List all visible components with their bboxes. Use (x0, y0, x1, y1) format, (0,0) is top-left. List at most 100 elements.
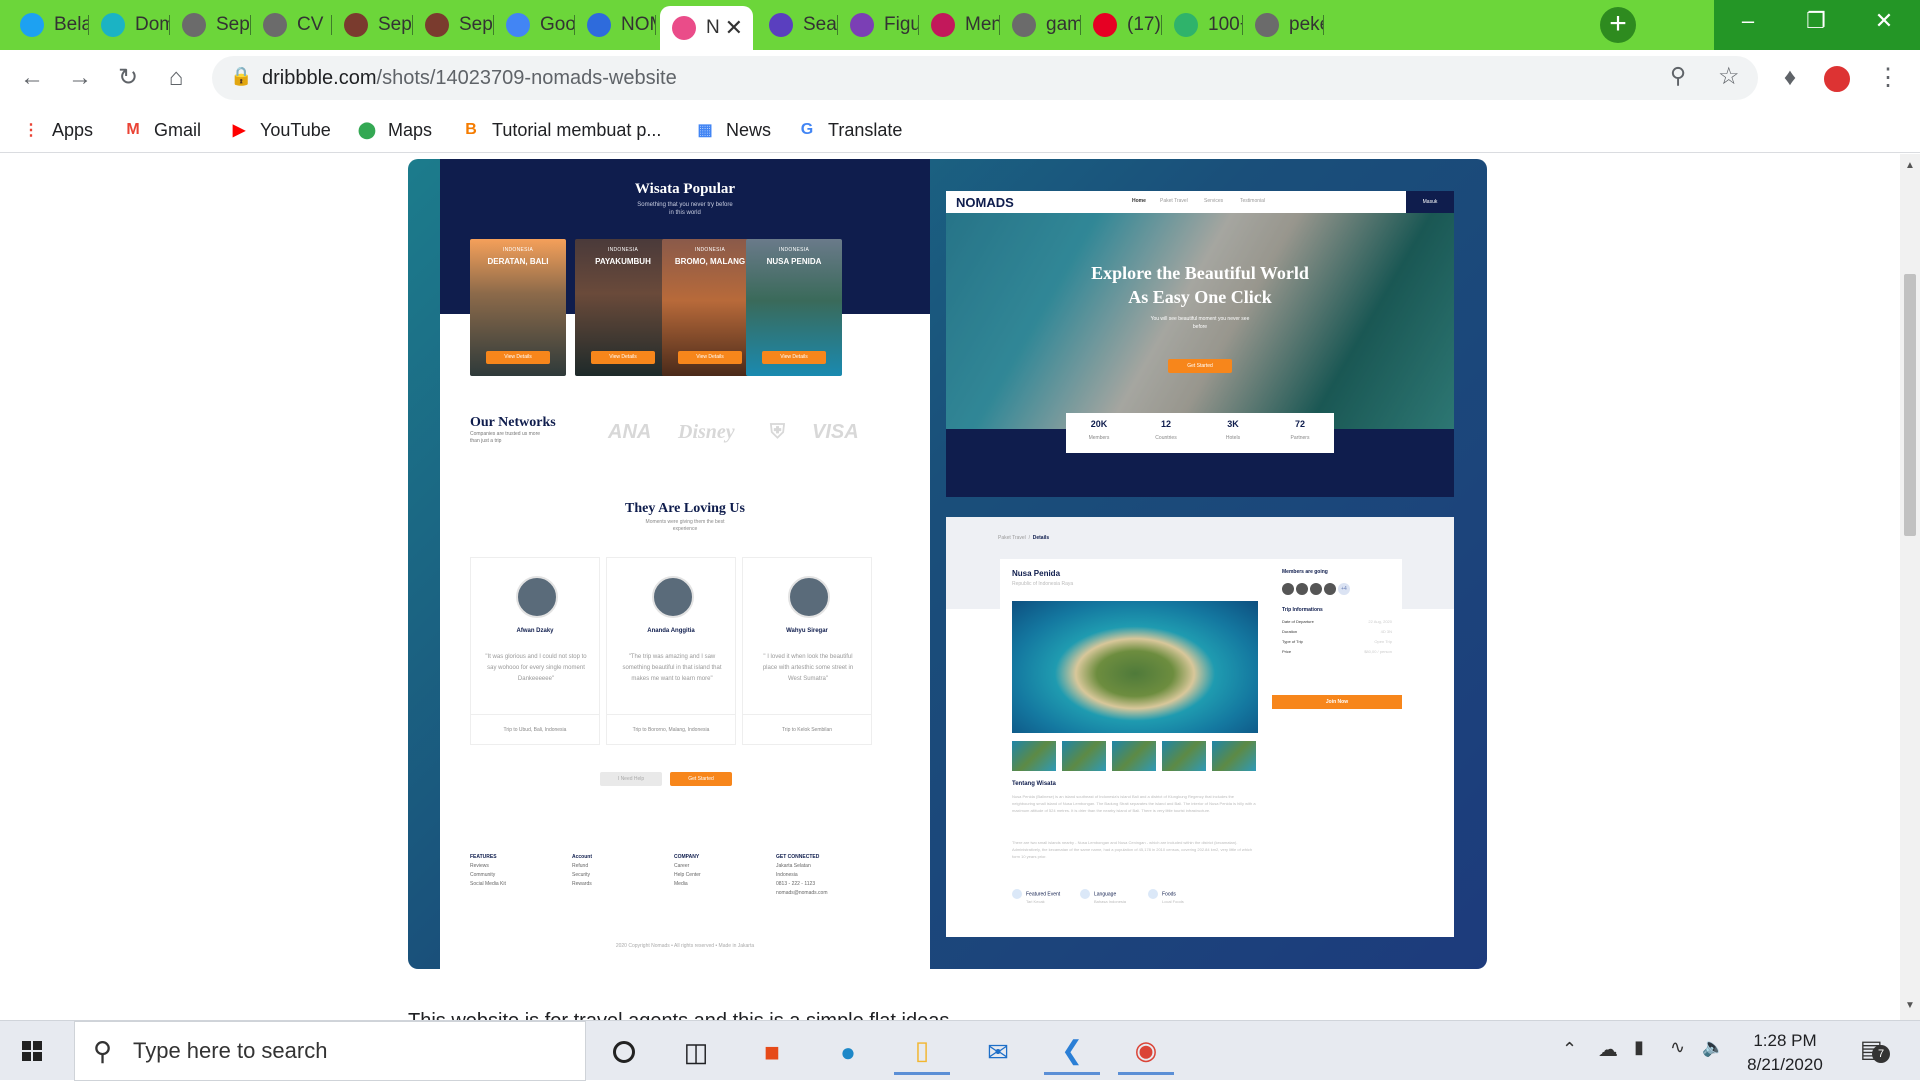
tray-chevron-icon[interactable]: ⌃ (1562, 1039, 1577, 1060)
bookmark-5[interactable]: ▦ News (694, 116, 771, 144)
tab-3[interactable]: CV (251, 6, 332, 44)
hero-subtext: You will see beautiful moment you never … (1150, 316, 1250, 330)
networks-title: Our Networks (470, 415, 556, 430)
task-view-icon[interactable]: ◫ (668, 1029, 724, 1075)
address-bar[interactable]: 🔒 dribbble.com/shots/14023709-nomads-web… (212, 56, 1758, 100)
battery-icon[interactable]: ▮ (1634, 1037, 1644, 1058)
blogger-icon: B (465, 121, 477, 138)
stat-label: Countries (1155, 435, 1177, 441)
url-text[interactable]: dribbble.com/shots/14023709-nomads-websi… (262, 67, 677, 90)
volume-icon[interactable]: 🔈 (1702, 1037, 1724, 1058)
image-icon (931, 13, 955, 37)
trip-row: Open Trip Type of Trip (1282, 639, 1392, 644)
tab-label: peke (1289, 14, 1324, 35)
url-host: dribbble.com (262, 67, 377, 89)
bookmark-2[interactable]: ▶ YouTube (228, 116, 331, 144)
footer-link: Rewards (572, 881, 592, 887)
home-icon[interactable]: ⌂ (158, 60, 194, 96)
loving-title: They Are Loving Us (625, 501, 745, 516)
clock-date: 8/21/2020 (1747, 1055, 1823, 1074)
bookmark-4[interactable]: B Tutorial membuat p... (460, 116, 661, 144)
hero-get-started-button: Get Started (1168, 359, 1232, 373)
profile-avatar[interactable] (1822, 64, 1852, 94)
mail-icon[interactable]: ✉ (970, 1029, 1026, 1075)
tab-1[interactable]: Dom (89, 6, 170, 44)
bookmark-6[interactable]: G Translate (796, 116, 903, 144)
menu-dots-icon[interactable]: ⋮ (1870, 60, 1906, 96)
tab-8[interactable]: N ✕ (660, 6, 753, 50)
stat-value: 12 (1160, 419, 1171, 429)
member-avatar (1282, 583, 1294, 595)
stat-item: 3K Hotels (1200, 419, 1266, 441)
cortana-icon[interactable] (596, 1029, 652, 1075)
extensions-icon[interactable]: ♦ (1772, 60, 1808, 96)
footer-link: Help Center (674, 872, 701, 878)
scroll-up-icon[interactable]: ▲ (1905, 160, 1915, 171)
tab-14[interactable]: 100+ (1162, 6, 1243, 44)
tab-9[interactable]: Sear (757, 6, 838, 44)
tab-6[interactable]: Goog (494, 6, 575, 44)
dest-country: INDONESIA (778, 247, 810, 253)
tab-15[interactable]: peke (1243, 6, 1324, 44)
bookmark-3[interactable]: ⬤ Maps (356, 116, 432, 144)
scrollbar-thumb[interactable] (1904, 274, 1916, 536)
wifi-icon[interactable]: ∿ (1670, 1037, 1685, 1058)
lock-icon[interactable]: 🔒 (230, 66, 252, 87)
bookmark-star-icon[interactable]: ☆ (1718, 62, 1740, 91)
footer-heading: GET CONNECTED (776, 854, 820, 860)
scroll-down-icon[interactable]: ▼ (1905, 1000, 1915, 1011)
tab-11[interactable]: Men (919, 6, 1000, 44)
windows-start-icon[interactable] (14, 1035, 50, 1067)
tab-7[interactable]: NOM (575, 6, 656, 44)
destination-card: INDONESIA DERATAN, BALI View Details (470, 239, 566, 376)
tab-0[interactable]: Belaj (8, 6, 89, 44)
tab-2[interactable]: Sepia (170, 6, 251, 44)
feature-item: Language Bahasa Indonesia (1080, 889, 1126, 904)
forward-arrow-icon[interactable]: → (62, 60, 98, 96)
gallery-thumb (1012, 741, 1056, 771)
testimonial-name: Ananda Anggitia (647, 628, 695, 634)
vscode-icon[interactable]: ❮ (1044, 1029, 1100, 1075)
shot-image[interactable]: Wisata Popular Something that you never … (408, 159, 1487, 969)
tab-10[interactable]: Figu (838, 6, 919, 44)
feature-sub: Bahasa Indonesia (1094, 899, 1127, 904)
tab-12[interactable]: gam (1000, 6, 1081, 44)
bookmark-1[interactable]: M Gmail (122, 116, 201, 144)
new-tab-button[interactable]: + (1600, 7, 1636, 43)
close-window-button[interactable]: ✕ (1850, 0, 1918, 46)
footer-heading: FEATURES (470, 854, 497, 860)
reload-icon[interactable]: ↻ (110, 60, 146, 96)
page-scrollbar[interactable]: ▲ ▼ (1900, 154, 1920, 1020)
close-tab-icon[interactable]: ✕ (725, 15, 743, 41)
zoom-icon[interactable]: ⚲ (1670, 63, 1686, 89)
feature-icon (1012, 889, 1022, 899)
diamond-icon (101, 13, 125, 37)
edge-icon[interactable]: ● (820, 1029, 876, 1075)
hero-headline-1: Explore the Beautiful World (1091, 263, 1309, 283)
office-icon[interactable]: ■ (744, 1029, 800, 1075)
restore-button[interactable]: ❐ (1782, 0, 1850, 46)
trip-row: 4D 3N Duration (1282, 629, 1392, 634)
tab-label: Sepia (378, 14, 413, 35)
shot-description: This website is for travel agents and th… (408, 1010, 949, 1020)
back-arrow-icon[interactable]: ← (14, 60, 50, 96)
feature-icon (1148, 889, 1158, 899)
chrome-icon[interactable]: ◉ (1118, 1029, 1174, 1075)
tab-13[interactable]: (17) (1081, 6, 1162, 44)
footer-link: Career (674, 863, 690, 869)
trip-row: 22 Aug, 2020 Date of Departure (1282, 619, 1392, 624)
tab-5[interactable]: Sepia (413, 6, 494, 44)
file-explorer-icon[interactable]: ▯ (894, 1029, 950, 1075)
notification-icon[interactable]: ▤ 7 (1860, 1035, 1890, 1064)
member-more: +4 (1338, 583, 1350, 595)
tab-4[interactable]: Sepia (332, 6, 413, 44)
loving-subtitle: Moments were giving them the best experi… (645, 519, 725, 532)
testimonial-name: Wahyu Siregar (786, 628, 828, 634)
minimize-button[interactable]: – (1714, 0, 1782, 46)
taskbar-search-box[interactable]: ⚲ Type here to search (74, 1021, 586, 1081)
bookmark-0[interactable]: ⋮ Apps (20, 116, 93, 144)
testimonial-quote: "The trip was amazing and I saw somethin… (622, 654, 722, 682)
clock[interactable]: 1:28 PM 8/21/2020 (1735, 1029, 1835, 1077)
onedrive-icon[interactable]: ☁ (1598, 1037, 1618, 1062)
tab-label: N (706, 17, 720, 38)
